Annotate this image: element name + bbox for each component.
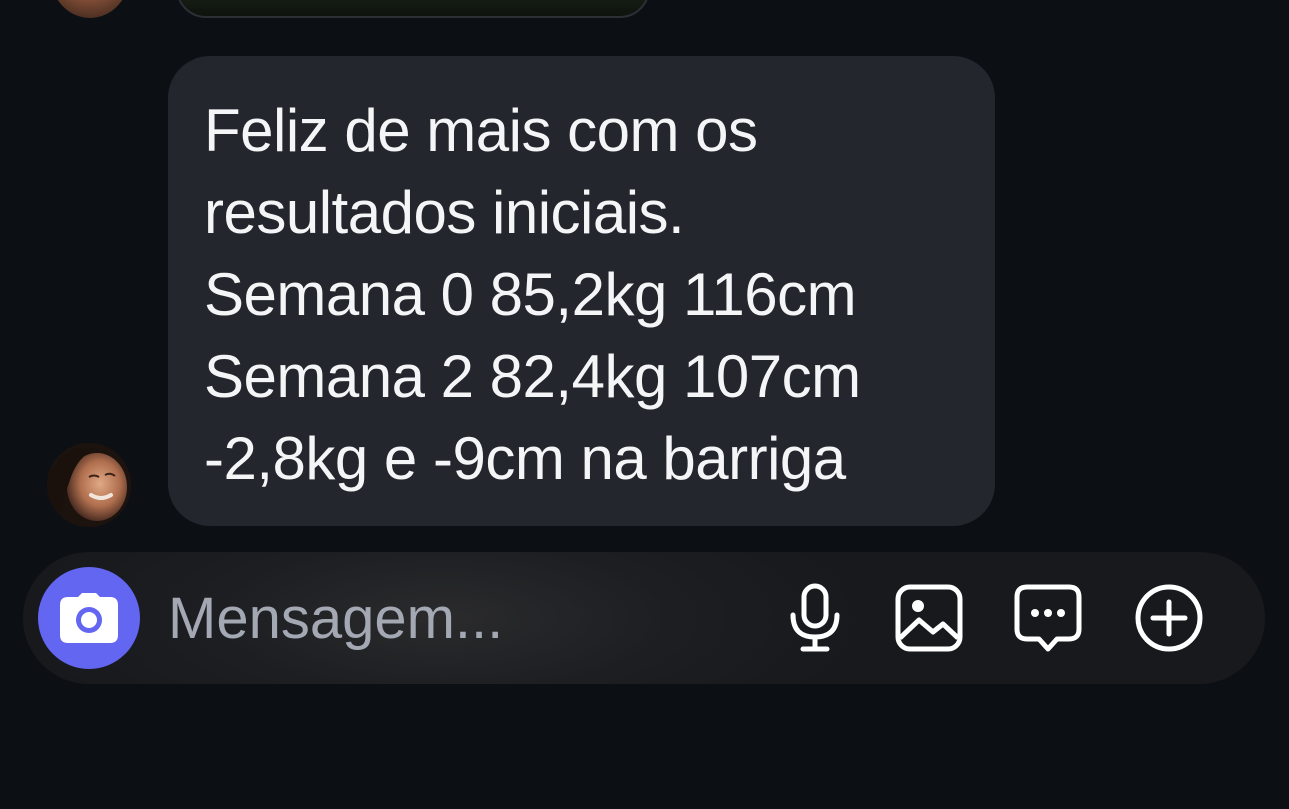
message-text-line: -2,8kg e -9cm na barriga — [204, 425, 846, 492]
message-text-line: Feliz de mais com os — [204, 97, 758, 164]
message-text-line: resultados iniciais. — [204, 179, 685, 246]
sender-avatar[interactable] — [47, 443, 131, 527]
more-options-button[interactable] — [1133, 582, 1205, 654]
message-bubble[interactable]: Feliz de mais com os resultados iniciais… — [168, 56, 995, 526]
sticker-chat-icon — [1014, 584, 1082, 652]
image-icon — [895, 584, 963, 652]
microphone-icon — [790, 583, 840, 652]
gallery-button[interactable] — [893, 582, 965, 654]
dm-conversation-screen: Feliz de mais com os resultados iniciais… — [0, 0, 1289, 809]
sticker-button[interactable] — [1012, 582, 1084, 654]
camera-icon — [60, 593, 118, 643]
avatar-photo-icon — [47, 443, 131, 527]
message-text-line: Semana 2 82,4kg 107cm — [204, 343, 861, 410]
previous-message-avatar — [50, 0, 130, 18]
microphone-button[interactable] — [779, 582, 851, 654]
message-text-line: Semana 0 85,2kg 116cm — [204, 261, 857, 328]
message-input[interactable] — [168, 578, 748, 658]
camera-button[interactable] — [38, 567, 140, 669]
add-circle-icon — [1135, 584, 1203, 652]
previous-media-message[interactable] — [176, 0, 650, 18]
